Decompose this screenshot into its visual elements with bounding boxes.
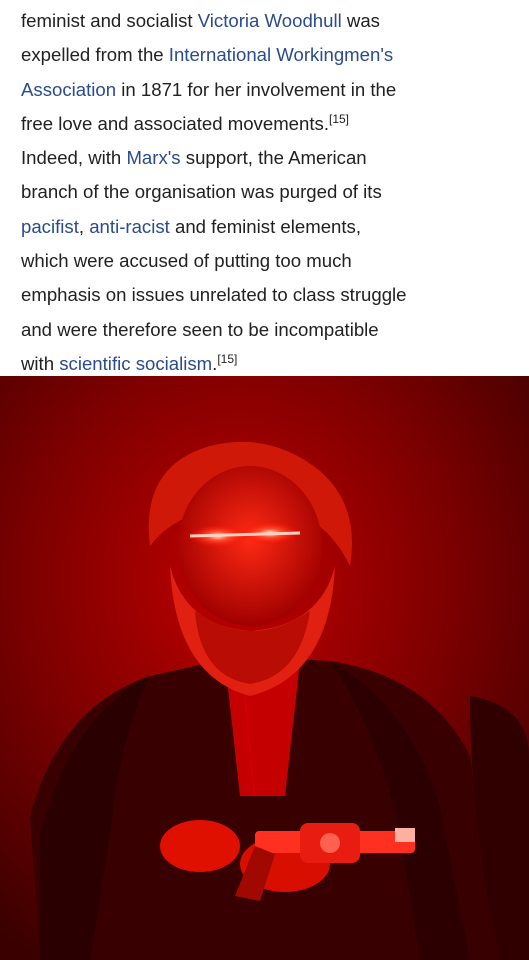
text-line: which were accused of putting too much — [21, 244, 515, 278]
text-segment: branch of the organisation was purged of… — [21, 181, 382, 203]
text-line: expelled from the International Workingm… — [21, 38, 515, 72]
text-segment: was — [341, 10, 380, 31]
text-line: free love and associated movements.[15] — [21, 107, 515, 141]
wiki-link[interactable]: Victoria Woodhull — [198, 10, 342, 31]
text-line: emphasis on issues unrelated to class st… — [21, 278, 515, 312]
wiki-link[interactable]: pacifist — [21, 216, 79, 237]
text-line: pacifist, anti-racist and feminist eleme… — [21, 210, 515, 244]
text-segment: free love and associated movements. — [21, 112, 329, 134]
text-segment: support, the American — [180, 147, 367, 169]
text-segment: feminist and socialist — [21, 10, 198, 31]
text-segment: expelled from the — [21, 44, 169, 66]
wiki-link[interactable]: scientific socialism — [59, 353, 212, 374]
text-segment: and were therefore seen to be incompatib… — [21, 318, 379, 340]
face — [178, 466, 322, 626]
text-segment: , — [78, 215, 90, 237]
wiki-link[interactable]: Marx's — [126, 147, 180, 168]
text-line: Association in 1871 for her involvement … — [21, 73, 515, 107]
article-excerpt: feminist and socialist Victoria Woodhull… — [0, 0, 529, 376]
text-line: feminist and socialist Victoria Woodhull… — [21, 4, 515, 38]
citation-ref[interactable]: [15] — [217, 352, 237, 366]
text-segment: in 1871 for her involvement in the — [116, 78, 397, 100]
hand-left — [160, 820, 240, 872]
text-segment: emphasis on issues unrelated to class st… — [21, 284, 407, 306]
portrait-illustration — [0, 376, 529, 960]
text-segment: with — [21, 352, 60, 374]
red-tinted-portrait-image — [0, 376, 529, 960]
wiki-link[interactable]: anti-racist — [89, 216, 170, 237]
citation-ref[interactable]: [15] — [329, 112, 349, 126]
wiki-link[interactable]: International Workingmen's — [169, 44, 393, 65]
text-line: and were therefore seen to be incompatib… — [21, 313, 515, 347]
wiki-link[interactable]: Association — [21, 79, 116, 100]
text-segment: and feminist elements, — [169, 215, 362, 237]
text-line: Indeed, with Marx's support, the America… — [21, 141, 515, 175]
text-segment: which were accused of putting too much — [21, 250, 352, 272]
text-line: branch of the organisation was purged of… — [21, 175, 515, 209]
text-segment: Indeed, with — [21, 147, 127, 169]
